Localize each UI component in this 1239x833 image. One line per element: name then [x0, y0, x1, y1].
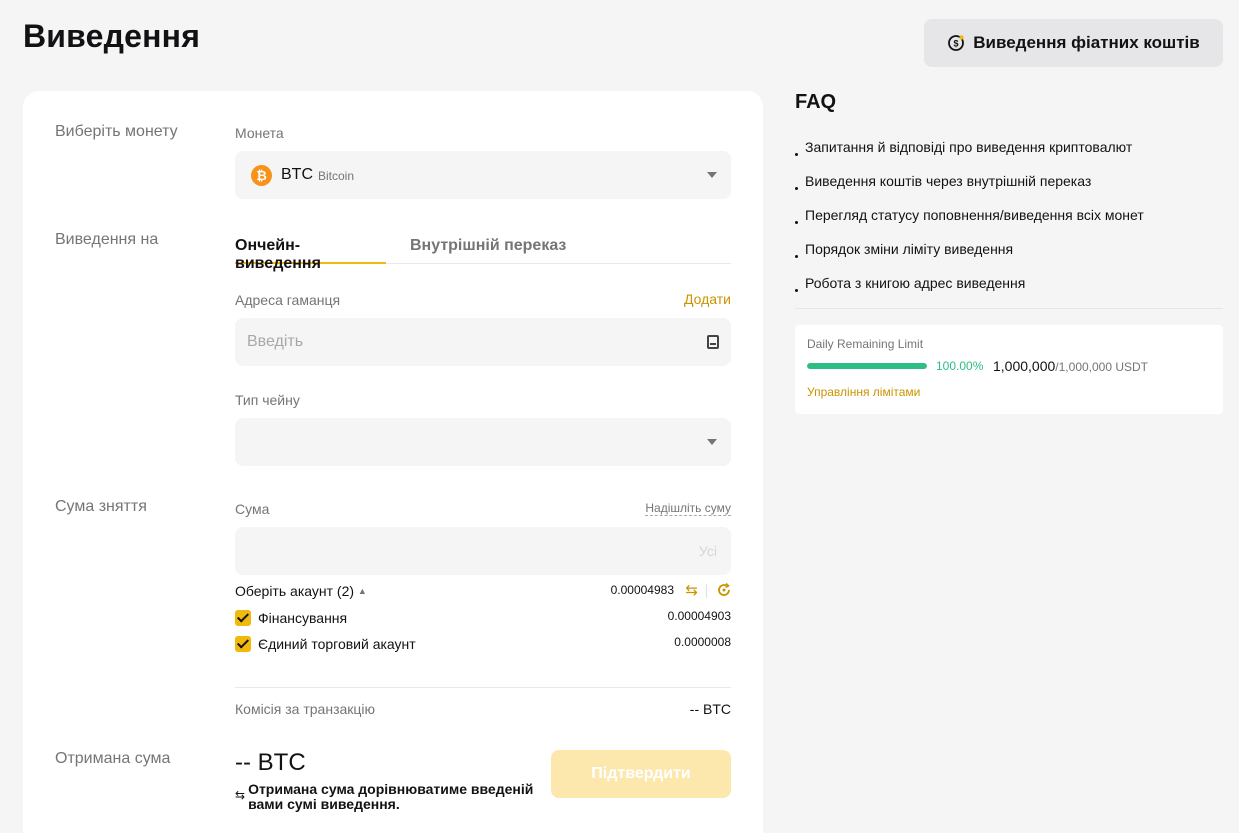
limit-total: /1,000,000 USDT — [1055, 360, 1149, 374]
faq-item[interactable]: Перегляд статусу поповнення/виведення вс… — [795, 207, 1144, 224]
account-select-toggle[interactable]: Оберіть акаунт (2) ▲ — [235, 583, 367, 599]
bitcoin-icon: ₿ — [251, 165, 272, 186]
account-select-label: Оберіть акаунт (2) — [235, 583, 355, 599]
bullet-icon — [795, 187, 798, 190]
fiat-withdraw-button[interactable]: $ Виведення фіатних коштів — [924, 19, 1223, 67]
limit-title: Daily Remaining Limit — [807, 337, 924, 351]
all-button[interactable]: Усі — [699, 543, 717, 559]
destination-tabs: Ончейн-виведення Внутрішній переказ — [235, 237, 731, 272]
faq-item[interactable]: Виведення коштів через внутрішній перека… — [795, 173, 1091, 190]
address-book-icon[interactable] — [707, 335, 719, 349]
coin-field-label: Монета — [235, 125, 284, 141]
bullet-icon — [795, 255, 798, 258]
row-divider — [706, 584, 707, 598]
manage-limits-link[interactable]: Управління лімітами — [807, 385, 920, 399]
fiat-withdraw-label: Виведення фіатних коштів — [973, 33, 1200, 52]
coin-symbol: BTC — [281, 166, 313, 183]
bullet-icon — [795, 221, 798, 224]
amount-section-label: Сума зняття — [55, 498, 147, 515]
faq-item-label: Запитання й відповіді про виведення крип… — [805, 139, 1133, 155]
faq-divider — [795, 308, 1223, 309]
account-total: 0.00004983 — [610, 583, 674, 597]
faq-item-label: Робота з книгою адрес виведення — [805, 275, 1026, 291]
limit-remaining: 1,000,000 — [993, 358, 1056, 374]
faq-item[interactable]: Порядок зміни ліміту виведення — [795, 241, 1013, 258]
amount-label: Сума — [235, 501, 270, 517]
svg-text:$: $ — [954, 39, 959, 49]
confirm-button[interactable]: Підтвердити — [551, 750, 731, 798]
send-amount-link[interactable]: Надішліть суму — [645, 501, 731, 516]
triangle-up-icon: ▲ — [357, 586, 367, 596]
receive-note: ⇆ Отримана сума дорівнюватиме введеній в… — [235, 782, 535, 812]
faq-item[interactable]: Робота з книгою адрес виведення — [795, 275, 1025, 292]
swap-arrows-icon: ⇆ — [235, 788, 246, 802]
faq-item[interactable]: Запитання й відповіді про виведення крип… — [795, 139, 1132, 156]
bullet-icon — [795, 153, 798, 156]
coin-select[interactable]: ₿ BTC Bitcoin — [235, 151, 731, 199]
funding-checkbox[interactable] — [235, 610, 251, 626]
limit-progress-fill — [807, 363, 927, 369]
fee-label: Комісія за транзакцію — [235, 701, 376, 717]
receive-section-label: Отримана сума — [55, 750, 171, 767]
faq-item-label: Перегляд статусу поповнення/виведення вс… — [805, 207, 1144, 223]
faq-item-label: Порядок зміни ліміту виведення — [805, 241, 1014, 257]
funding-account-value: 0.00004903 — [667, 609, 731, 623]
address-label: Адреса гаманця — [235, 292, 341, 308]
page-title: Виведення — [23, 18, 201, 54]
bullet-icon — [795, 289, 798, 292]
unified-account-name: Єдиний торговий акаунт — [258, 636, 416, 652]
address-input[interactable] — [235, 318, 731, 366]
account-row-unified: Єдиний торговий акаунт 0.0000008 — [235, 635, 731, 657]
transfer-icon[interactable]: ⇆ — [685, 581, 698, 599]
receive-amount: -- BTC — [235, 749, 306, 776]
faq-title: FAQ — [795, 91, 837, 113]
faq-item-label: Виведення коштів через внутрішній перека… — [805, 173, 1092, 189]
dollar-cycle-icon: $ — [947, 34, 965, 52]
chain-type-select[interactable] — [235, 418, 731, 466]
coin-name: Bitcoin — [318, 169, 355, 183]
account-select-row: Оберіть акаунт (2) ▲ 0.00004983 ⇆ — [235, 582, 731, 604]
daily-limit-card: Daily Remaining Limit 100.00% 1,000,000/… — [795, 325, 1223, 414]
address-input-box — [235, 318, 731, 366]
refresh-icon[interactable] — [717, 582, 731, 600]
tab-onchain[interactable]: Ончейн-виведення — [235, 237, 386, 272]
fee-divider — [235, 687, 731, 688]
add-address-link[interactable]: Додати — [684, 291, 731, 307]
coin-section-label: Виберіть монету — [55, 123, 178, 140]
chain-type-label: Тип чейну — [235, 392, 300, 408]
destination-section-label: Виведення на — [55, 231, 159, 248]
funding-account-name: Фінансування — [258, 610, 348, 626]
fee-value: -- BTC — [689, 701, 731, 717]
caret-down-icon — [707, 172, 717, 178]
limit-value: 1,000,000/1,000,000 USDT — [993, 358, 1148, 374]
limit-percent: 100.00% — [936, 359, 984, 373]
unified-account-value: 0.0000008 — [674, 635, 731, 649]
withdraw-card: Виберіть монету Монета ₿ BTC Bitcoin Вив… — [23, 91, 763, 833]
amount-input[interactable] — [235, 527, 731, 575]
limit-progress-bar — [807, 363, 927, 369]
tab-internal-transfer[interactable]: Внутрішній переказ — [410, 237, 566, 264]
receive-note-text: Отримана сума дорівнюватиме введеній вам… — [248, 781, 534, 812]
account-row-funding: Фінансування 0.00004903 — [235, 609, 731, 631]
unified-checkbox[interactable] — [235, 636, 251, 652]
caret-down-icon — [707, 439, 717, 445]
amount-input-box: Усі — [235, 527, 731, 575]
